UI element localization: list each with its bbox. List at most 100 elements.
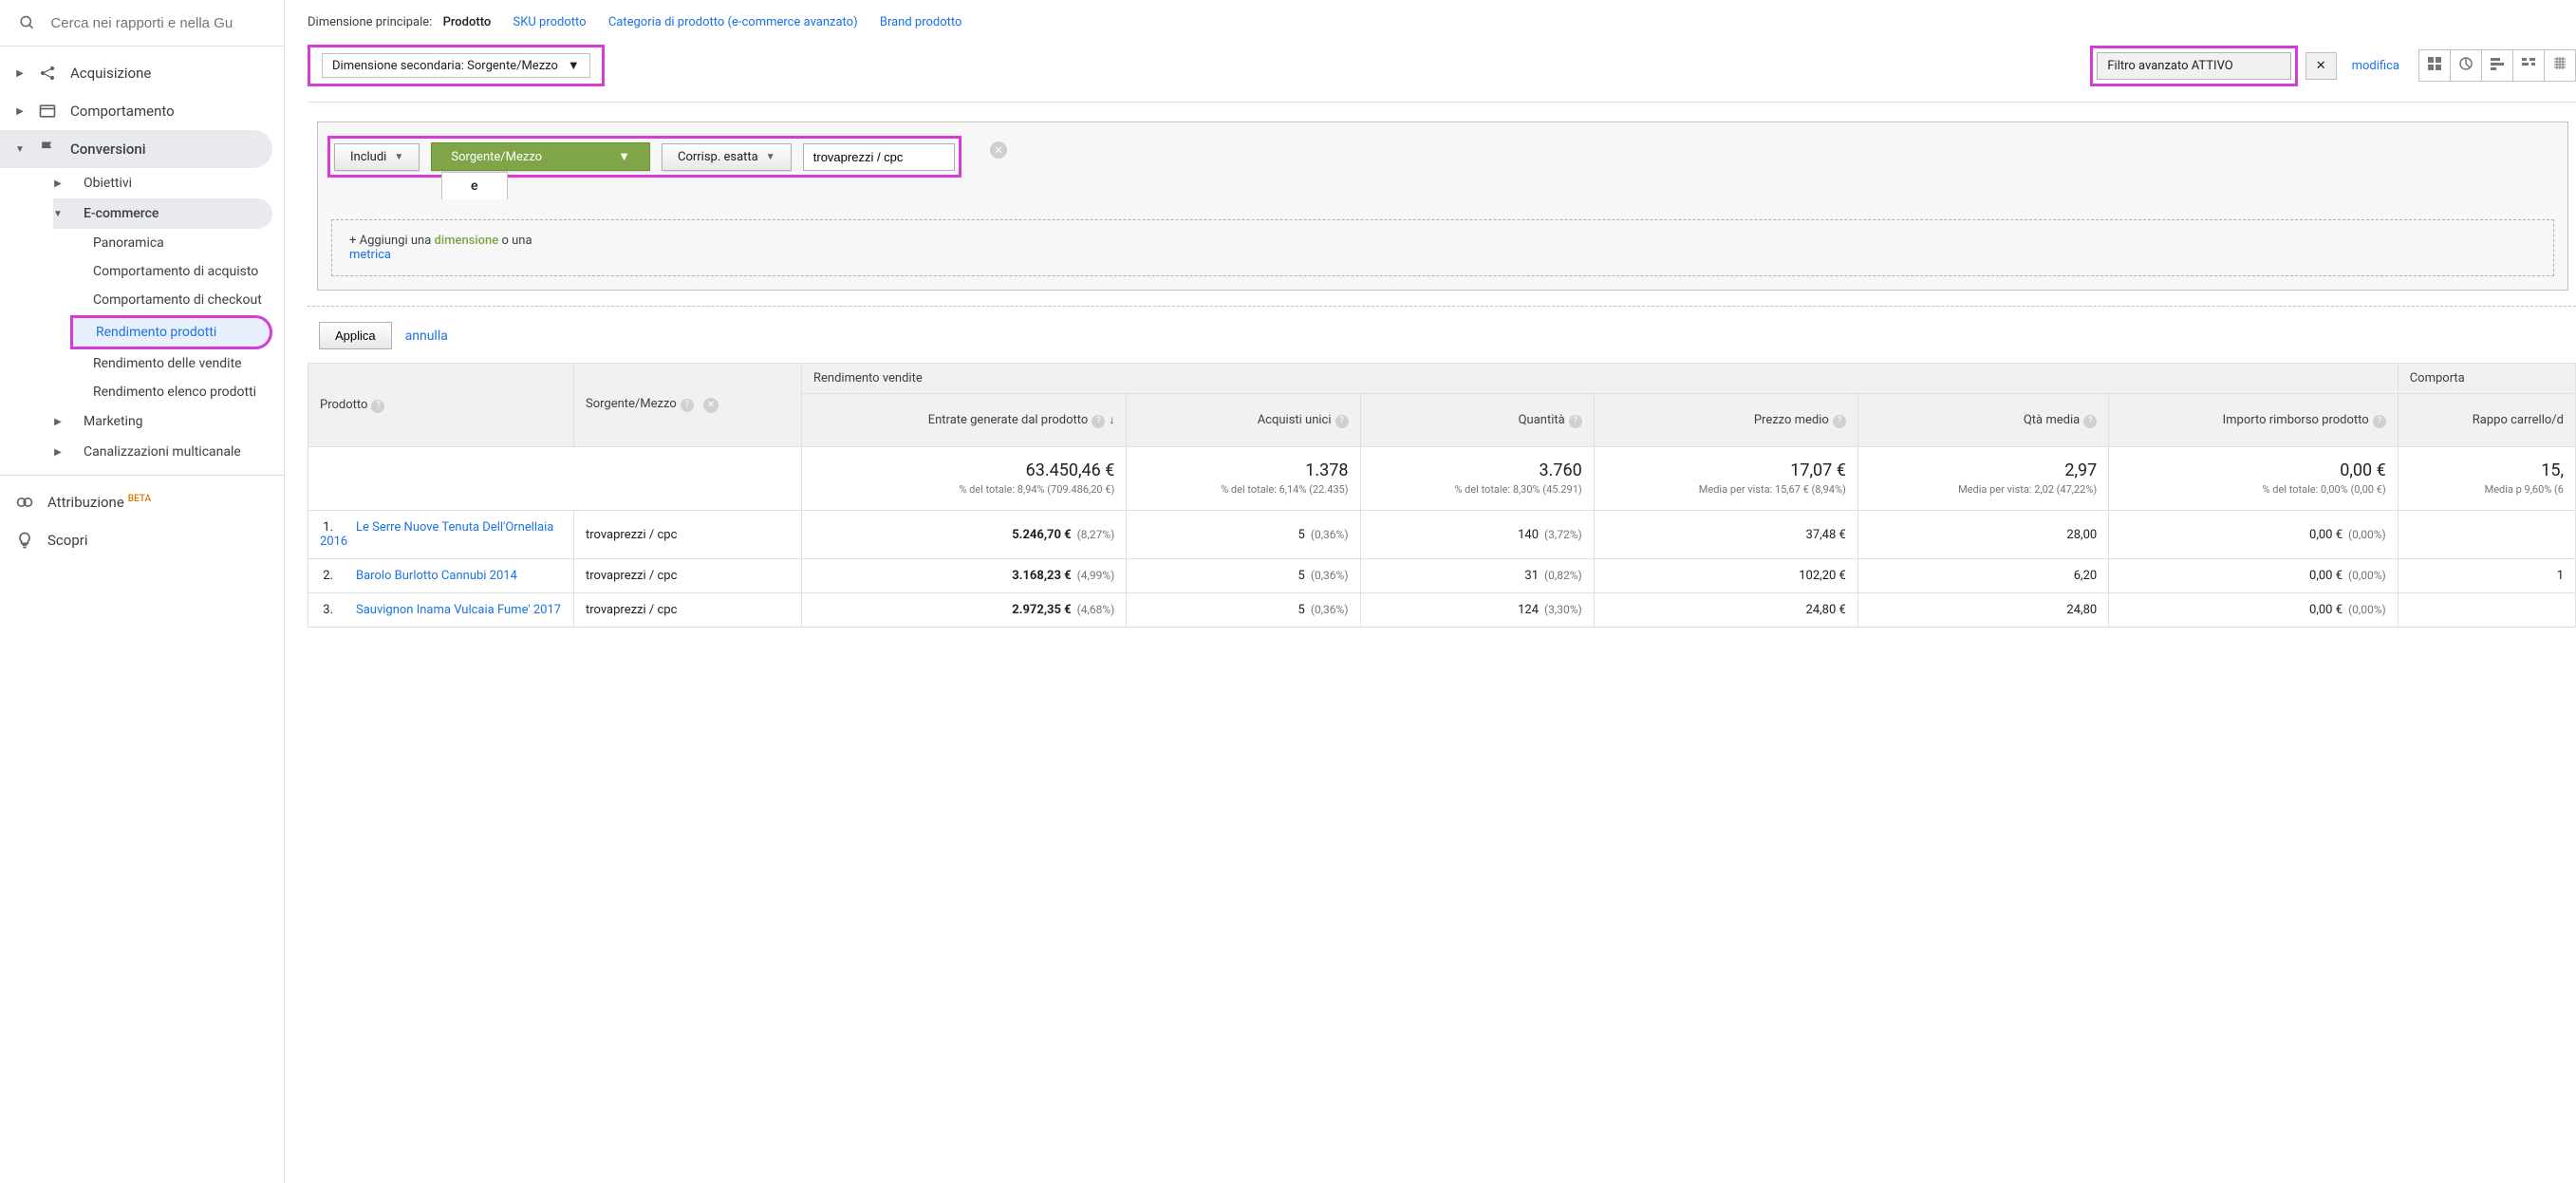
- remove-column-icon[interactable]: ✕: [703, 398, 719, 413]
- help-icon[interactable]: ?: [1569, 415, 1582, 428]
- add-filter-or: o una: [498, 234, 532, 248]
- filter-include-label: Includi: [350, 150, 386, 164]
- sidebar-item-discover[interactable]: Scopri: [0, 521, 284, 559]
- col-refund[interactable]: Importo rimborso prodotto?: [2109, 394, 2398, 447]
- chevron-right-icon: ▶: [53, 447, 63, 457]
- dim-product[interactable]: Prodotto: [443, 15, 492, 29]
- close-filter-button[interactable]: ✕: [2305, 52, 2337, 80]
- col-group-sales: Rendimento vendite: [802, 364, 2399, 394]
- sidebar: ▶ Acquisizione ▶ Comportamento ▼ Convers…: [0, 0, 285, 1183]
- sidebar-item-multichannel[interactable]: ▶ Canalizzazioni multicanale: [53, 437, 284, 467]
- col-purchases[interactable]: Acquisti unici?: [1127, 394, 1360, 447]
- nav-label: Canalizzazioni multicanale: [84, 444, 241, 460]
- secondary-dimension-button[interactable]: Dimensione secondaria: Sorgente/Mezzo ▼: [308, 45, 605, 86]
- col-group-shopping: Comporta: [2398, 364, 2575, 394]
- cell-product: 2.Barolo Burlotto Cannubi 2014: [308, 559, 574, 593]
- help-icon[interactable]: ?: [2373, 415, 2386, 428]
- chevron-right-icon: ▶: [15, 68, 25, 78]
- sidebar-item-checkout-behavior[interactable]: Comportamento di checkout: [70, 286, 284, 314]
- help-icon[interactable]: ?: [1833, 415, 1846, 428]
- sidebar-item-product-performance[interactable]: Rendimento prodotti: [70, 315, 272, 349]
- ecommerce-subnav: Panoramica Comportamento di acquisto Com…: [0, 229, 284, 406]
- sidebar-item-objectives[interactable]: ▶ Obiettivi: [53, 168, 284, 198]
- summary-avg-price: 17,07 €Media per vista: 15,67 € (8,94%): [1594, 447, 1857, 511]
- table-row: 1.Le Serre Nuove Tenuta Dell'Ornellaia 2…: [308, 511, 2576, 559]
- cell-revenue: 5.246,70 €(8,27%): [802, 511, 1127, 559]
- product-link[interactable]: Barolo Burlotto Cannubi 2014: [356, 569, 517, 583]
- summary-row: 63.450,46 €% del totale: 8,94% (709.486,…: [308, 447, 2576, 511]
- primary-dimension-row: Dimensione principale: Prodotto SKU prod…: [308, 0, 2576, 37]
- help-icon[interactable]: ?: [1092, 415, 1105, 428]
- nav-label: Acquisizione: [70, 65, 151, 82]
- apply-button[interactable]: Applica: [319, 322, 392, 349]
- help-icon[interactable]: ?: [2083, 415, 2097, 428]
- cell-product: 3.Sauvignon Inama Vulcaia Fume' 2017: [308, 593, 574, 628]
- cell-source: trovaprezzi / cpc: [574, 511, 802, 559]
- filter-value-input[interactable]: [803, 143, 955, 171]
- col-avg-qty[interactable]: Qtà media?: [1857, 394, 2108, 447]
- filter-row: Includi ▼ Sorgente/Mezzo ▼ Corrisp. esat…: [327, 136, 961, 178]
- cell-price: 37,48 €: [1594, 511, 1857, 559]
- sidebar-item-product-list-performance[interactable]: Rendimento elenco prodotti: [70, 378, 284, 406]
- sidebar-item-shopping-behavior[interactable]: Comportamento di acquisto: [70, 257, 284, 286]
- product-link[interactable]: Sauvignon Inama Vulcaia Fume' 2017: [356, 603, 561, 617]
- dim-brand[interactable]: Brand prodotto: [880, 15, 962, 29]
- advanced-filter-button[interactable]: Filtro avanzato ATTIVO: [2090, 46, 2297, 86]
- data-table: Prodotto? Sorgente/Mezzo?✕ Rendimento ve…: [308, 363, 2576, 628]
- sidebar-item-sales-performance[interactable]: Rendimento delle vendite: [70, 349, 284, 378]
- filter-and-tab[interactable]: e: [441, 172, 508, 199]
- view-comparison-icon[interactable]: [2513, 50, 2545, 81]
- attribution-icon: [15, 493, 34, 512]
- filter-include-button[interactable]: Includi ▼: [334, 143, 420, 171]
- cell-purchases: 5(0,36%): [1127, 593, 1360, 628]
- view-bars-icon[interactable]: [2482, 50, 2513, 81]
- chevron-down-icon: ▼: [394, 152, 403, 161]
- help-icon[interactable]: ?: [681, 399, 694, 412]
- col-product[interactable]: Prodotto?: [308, 364, 574, 447]
- search-input[interactable]: [50, 15, 265, 31]
- sidebar-item-acquisition[interactable]: ▶ Acquisizione: [0, 54, 284, 92]
- cancel-link[interactable]: annulla: [405, 329, 448, 344]
- sidebar-item-marketing[interactable]: ▶ Marketing: [53, 406, 284, 437]
- product-link[interactable]: Le Serre Nuove Tenuta Dell'Ornellaia 201…: [320, 520, 553, 549]
- sidebar-item-behavior[interactable]: ▶ Comportamento: [0, 92, 284, 130]
- share-icon: [38, 64, 57, 83]
- nav-label: Rendimento delle vendite: [93, 355, 242, 372]
- col-avg-price[interactable]: Prezzo medio?: [1594, 394, 1857, 447]
- search-row: [0, 0, 284, 46]
- nav-label: Comportamento di acquisto: [93, 263, 258, 280]
- col-source[interactable]: Sorgente/Mezzo?✕: [574, 364, 802, 447]
- chevron-down-icon: ▼: [53, 209, 63, 218]
- sidebar-item-overview[interactable]: Panoramica: [70, 229, 284, 257]
- dim-category[interactable]: Categoria di prodotto (e-commerce avanza…: [608, 15, 858, 29]
- edit-link[interactable]: modifica: [2352, 59, 2399, 73]
- summary-ratio: 15,Media p 9,60% (6: [2398, 447, 2575, 511]
- dim-sku[interactable]: SKU prodotto: [513, 15, 587, 29]
- add-filter-prompt[interactable]: + Aggiungi una dimensione o una metrica: [331, 219, 2554, 276]
- nav-label: E-commerce: [84, 206, 159, 221]
- remove-filter-icon[interactable]: ✕: [990, 141, 1007, 159]
- col-revenue[interactable]: Entrate generate dal prodotto?↓: [802, 394, 1127, 447]
- help-icon[interactable]: ?: [1335, 415, 1349, 428]
- nav-label: Comportamento di checkout: [93, 291, 262, 309]
- col-quantity[interactable]: Quantità?: [1360, 394, 1594, 447]
- nav-label: Rendimento elenco prodotti: [93, 384, 256, 401]
- primary-dimension-label: Dimensione principale:: [308, 15, 432, 29]
- nav-label: Marketing: [84, 414, 143, 429]
- sidebar-item-attribution[interactable]: AttribuzioneBETA: [0, 483, 284, 521]
- cell-qty: 124(3,30%): [1360, 593, 1594, 628]
- filter-dimension-pill[interactable]: Sorgente/Mezzo ▼: [431, 142, 650, 171]
- summary-purchases: 1.378% del totale: 6,14% (22.435): [1127, 447, 1360, 511]
- filter-match-button[interactable]: Corrisp. esatta ▼: [662, 143, 792, 171]
- filter-builder: Includi ▼ Sorgente/Mezzo ▼ Corrisp. esat…: [317, 122, 2568, 291]
- col-ratio[interactable]: Rappo carrello/d: [2398, 394, 2575, 447]
- help-icon[interactable]: ?: [371, 400, 384, 413]
- view-pivot-icon[interactable]: [2545, 50, 2575, 81]
- sidebar-item-ecommerce[interactable]: ▼ E-commerce: [53, 198, 272, 229]
- sidebar-item-conversions[interactable]: ▼ Conversioni: [0, 130, 272, 168]
- cell-purchases: 5(0,36%): [1127, 511, 1360, 559]
- nav-label: Scopri: [47, 532, 87, 549]
- view-table-icon[interactable]: [2419, 50, 2451, 81]
- cell-qty: 31(0,82%): [1360, 559, 1594, 593]
- view-pie-icon[interactable]: [2451, 50, 2482, 81]
